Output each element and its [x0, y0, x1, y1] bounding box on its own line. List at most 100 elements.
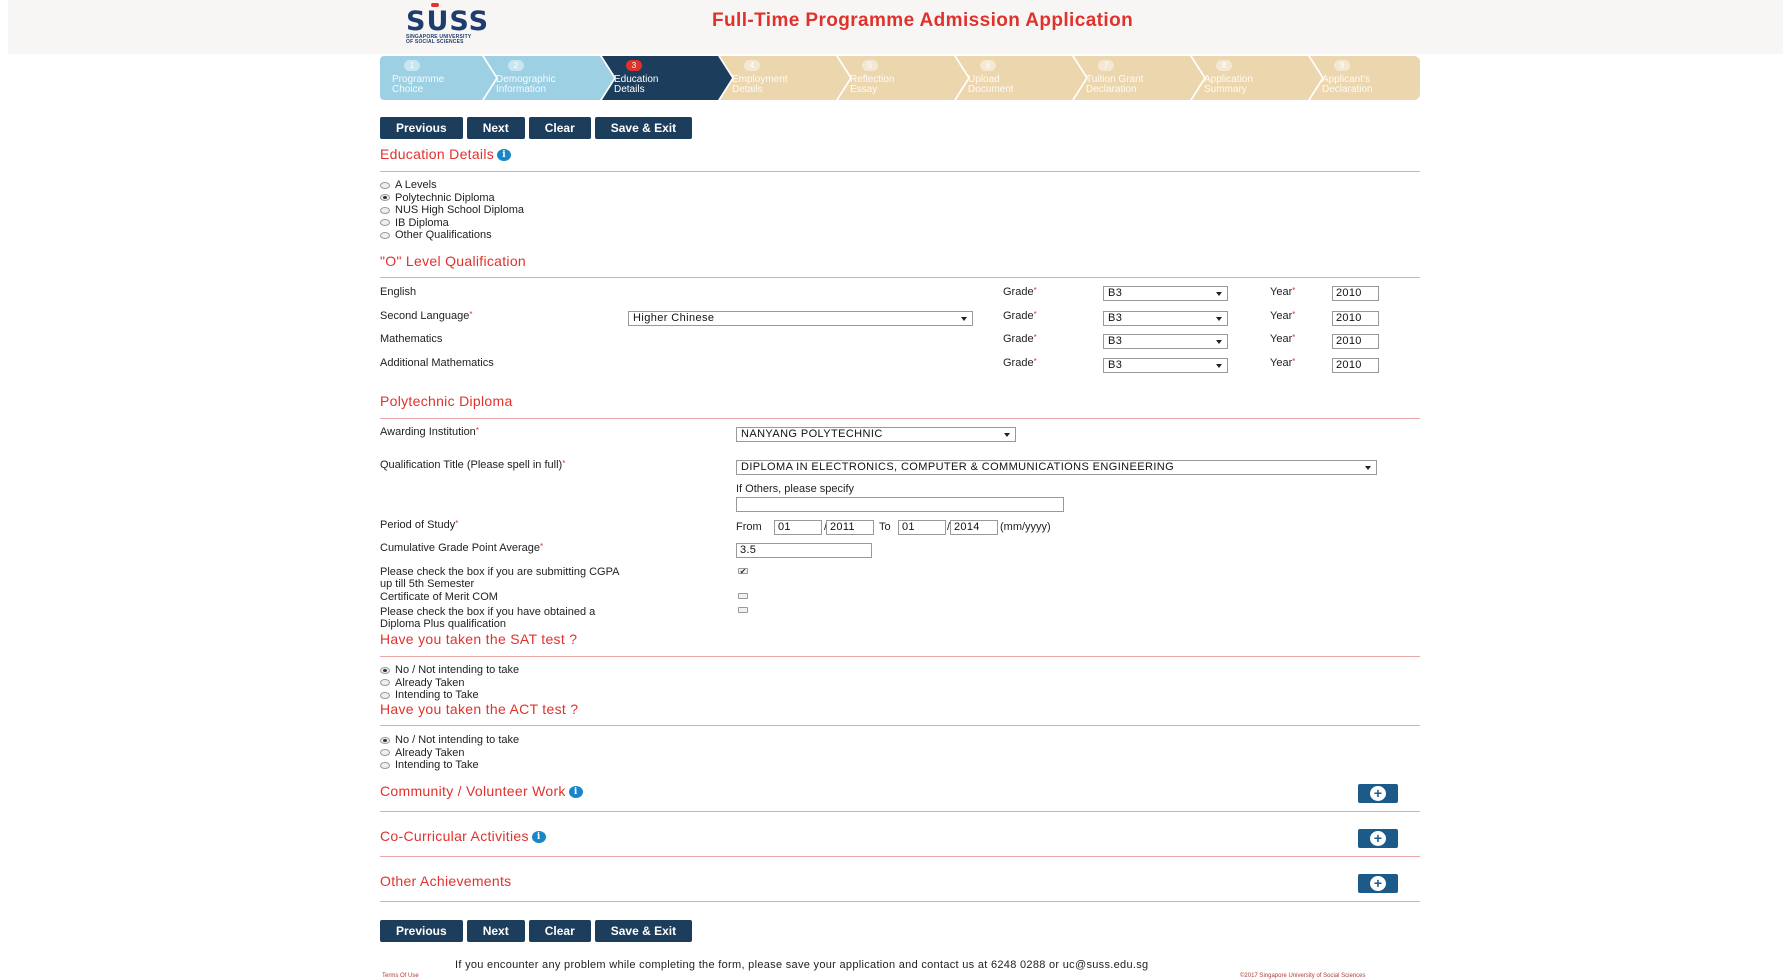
radio-polytechnic-diploma[interactable]: Polytechnic Diploma — [380, 192, 524, 205]
mathematics-grade-select[interactable]: B3 — [1103, 334, 1228, 349]
previous-button[interactable]: Previous — [380, 117, 463, 139]
grade-label: Grade* — [1003, 333, 1037, 345]
divider — [380, 725, 1420, 726]
step-applicants-declaration[interactable]: 9 Applicant's Declaration — [1310, 56, 1420, 100]
previous-button[interactable]: Previous — [380, 920, 463, 942]
to-label: To — [879, 521, 891, 533]
chevron-down-icon — [1216, 340, 1222, 344]
next-button[interactable]: Next — [466, 920, 525, 942]
others-specify-input[interactable] — [736, 497, 1064, 512]
additional-mathematics-year-input[interactable]: 2010 — [1332, 358, 1379, 373]
radio-button[interactable] — [380, 231, 390, 239]
info-icon[interactable]: i — [531, 831, 546, 844]
radio-act-intending[interactable]: Intending to Take — [380, 759, 519, 772]
radio-nus-high-school-diploma[interactable]: NUS High School Diploma — [380, 204, 524, 217]
radio-ib-diploma[interactable]: IB Diploma — [380, 217, 524, 230]
radio-button[interactable] — [380, 219, 390, 227]
step-tuition-grant-declaration[interactable]: 7 Tuition Grant Declaration — [1074, 56, 1204, 100]
radio-sat-not-intending[interactable]: No / Not intending to take — [380, 664, 519, 677]
terms-of-use-link[interactable]: Terms Of Use — [382, 973, 419, 979]
next-button[interactable]: Next — [466, 117, 525, 139]
second-language-select[interactable]: Higher Chinese — [628, 311, 973, 326]
add-cca-button[interactable]: + — [1358, 829, 1398, 848]
others-specify-label: If Others, please specify — [736, 483, 854, 495]
save-exit-button[interactable]: Save & Exit — [594, 117, 693, 139]
year-label: Year* — [1270, 310, 1296, 322]
step-label: Employment Details — [732, 74, 788, 95]
awarding-institution-select[interactable]: NANYANG POLYTECHNIC — [736, 427, 1016, 442]
add-achievement-button[interactable]: + — [1358, 874, 1398, 893]
diploma-plus-label: Please check the box if you have obtaine… — [380, 606, 596, 630]
radio-label: Other Qualifications — [395, 229, 492, 241]
step-programme-choice[interactable]: 1 Programme Choice — [380, 56, 496, 100]
subject-label-second-language: Second Language* — [380, 310, 473, 322]
info-icon[interactable]: i — [568, 786, 583, 799]
radio-button-selected[interactable] — [380, 736, 390, 744]
radio-label: NUS High School Diploma — [395, 204, 524, 216]
step-upload-document[interactable]: 6 Upload Document — [956, 56, 1086, 100]
suss-logo[interactable]: SUSS SINGAPORE UNIVERSITY OF SOCIAL SCIE… — [406, 8, 516, 45]
to-month-input[interactable]: 01 — [898, 520, 946, 535]
diploma-plus-checkbox[interactable] — [738, 607, 748, 613]
from-year-input[interactable]: 2011 — [826, 520, 874, 535]
plus-icon: + — [1370, 876, 1386, 891]
cgpa-5th-semester-checkbox[interactable]: ✔ — [738, 568, 748, 576]
qualification-title-select[interactable]: DIPLOMA IN ELECTRONICS, COMPUTER & COMMU… — [736, 460, 1377, 475]
radio-label: No / Not intending to take — [395, 664, 520, 676]
contact-note: If you encounter any problem while compl… — [455, 959, 1149, 971]
step-reflection-essay[interactable]: 5 Reflection Essay — [838, 56, 968, 100]
additional-mathematics-grade-select[interactable]: B3 — [1103, 358, 1228, 373]
education-details-title: Education Details — [380, 146, 495, 162]
save-exit-button[interactable]: Save & Exit — [594, 920, 693, 942]
education-type-radio-group: A Levels Polytechnic Diploma NUS High Sc… — [380, 179, 524, 242]
step-number: 2 — [508, 60, 524, 71]
radio-button[interactable] — [380, 206, 390, 214]
radio-button[interactable] — [380, 749, 390, 757]
radio-button-selected[interactable] — [380, 666, 390, 674]
radio-button-selected[interactable] — [380, 194, 390, 202]
step-education-details[interactable]: 3 Education Details — [602, 56, 732, 100]
certificate-of-merit-label: Certificate of Merit COM — [380, 591, 498, 603]
step-employment-details[interactable]: 4 Employment Details — [720, 56, 850, 100]
step-number: 1 — [404, 60, 420, 71]
polytechnic-diploma-heading: Polytechnic Diploma — [380, 393, 513, 409]
cca-heading: Co-Curricular Activities i — [380, 828, 546, 844]
grade-label: Grade* — [1003, 310, 1037, 322]
second-language-year-input[interactable]: 2010 — [1332, 311, 1379, 326]
radio-label: No / Not intending to take — [395, 734, 520, 746]
radio-button[interactable] — [380, 181, 390, 189]
cgpa-input[interactable]: 3.5 — [736, 543, 872, 558]
radio-button[interactable] — [380, 761, 390, 769]
step-application-summary[interactable]: 8 Application Summary — [1192, 56, 1322, 100]
radio-label: Already Taken — [395, 746, 465, 759]
radio-sat-already-taken[interactable]: Already Taken — [380, 677, 519, 690]
step-demographic-information[interactable]: 2 Demographic Information — [484, 56, 614, 100]
radio-other-qualifications[interactable]: Other Qualifications — [380, 229, 524, 242]
english-year-input[interactable]: 2010 — [1332, 286, 1379, 301]
from-month-input[interactable]: 01 — [774, 520, 822, 535]
mathematics-year-input[interactable]: 2010 — [1332, 334, 1379, 349]
grade-label: Grade* — [1003, 357, 1037, 369]
cca-title: Co-Curricular Activities — [380, 828, 529, 844]
to-year-input[interactable]: 2014 — [950, 520, 998, 535]
clear-button[interactable]: Clear — [528, 117, 591, 139]
info-icon[interactable]: i — [497, 149, 512, 162]
clear-button[interactable]: Clear — [528, 920, 591, 942]
top-button-row: Previous Next Clear Save & Exit — [380, 117, 693, 139]
english-grade-select[interactable]: B3 — [1103, 286, 1228, 301]
cgpa-5th-semester-label: Please check the box if you are submitti… — [380, 566, 620, 590]
add-community-button[interactable]: + — [1358, 784, 1398, 803]
radio-act-already-taken[interactable]: Already Taken — [380, 747, 519, 760]
divider — [380, 811, 1420, 812]
step-label: Programme Choice — [392, 74, 445, 95]
radio-sat-intending[interactable]: Intending to Take — [380, 689, 519, 702]
certificate-of-merit-checkbox[interactable] — [738, 593, 748, 599]
community-volunteer-title: Community / Volunteer Work — [380, 783, 566, 799]
step-label: Education Details — [614, 74, 659, 95]
radio-a-levels[interactable]: A Levels — [380, 179, 524, 192]
radio-button[interactable] — [380, 691, 390, 699]
step-label: Tuition Grant Declaration — [1086, 74, 1144, 95]
radio-button[interactable] — [380, 679, 390, 687]
radio-act-not-intending[interactable]: No / Not intending to take — [380, 734, 519, 747]
second-language-grade-select[interactable]: B3 — [1103, 311, 1228, 326]
